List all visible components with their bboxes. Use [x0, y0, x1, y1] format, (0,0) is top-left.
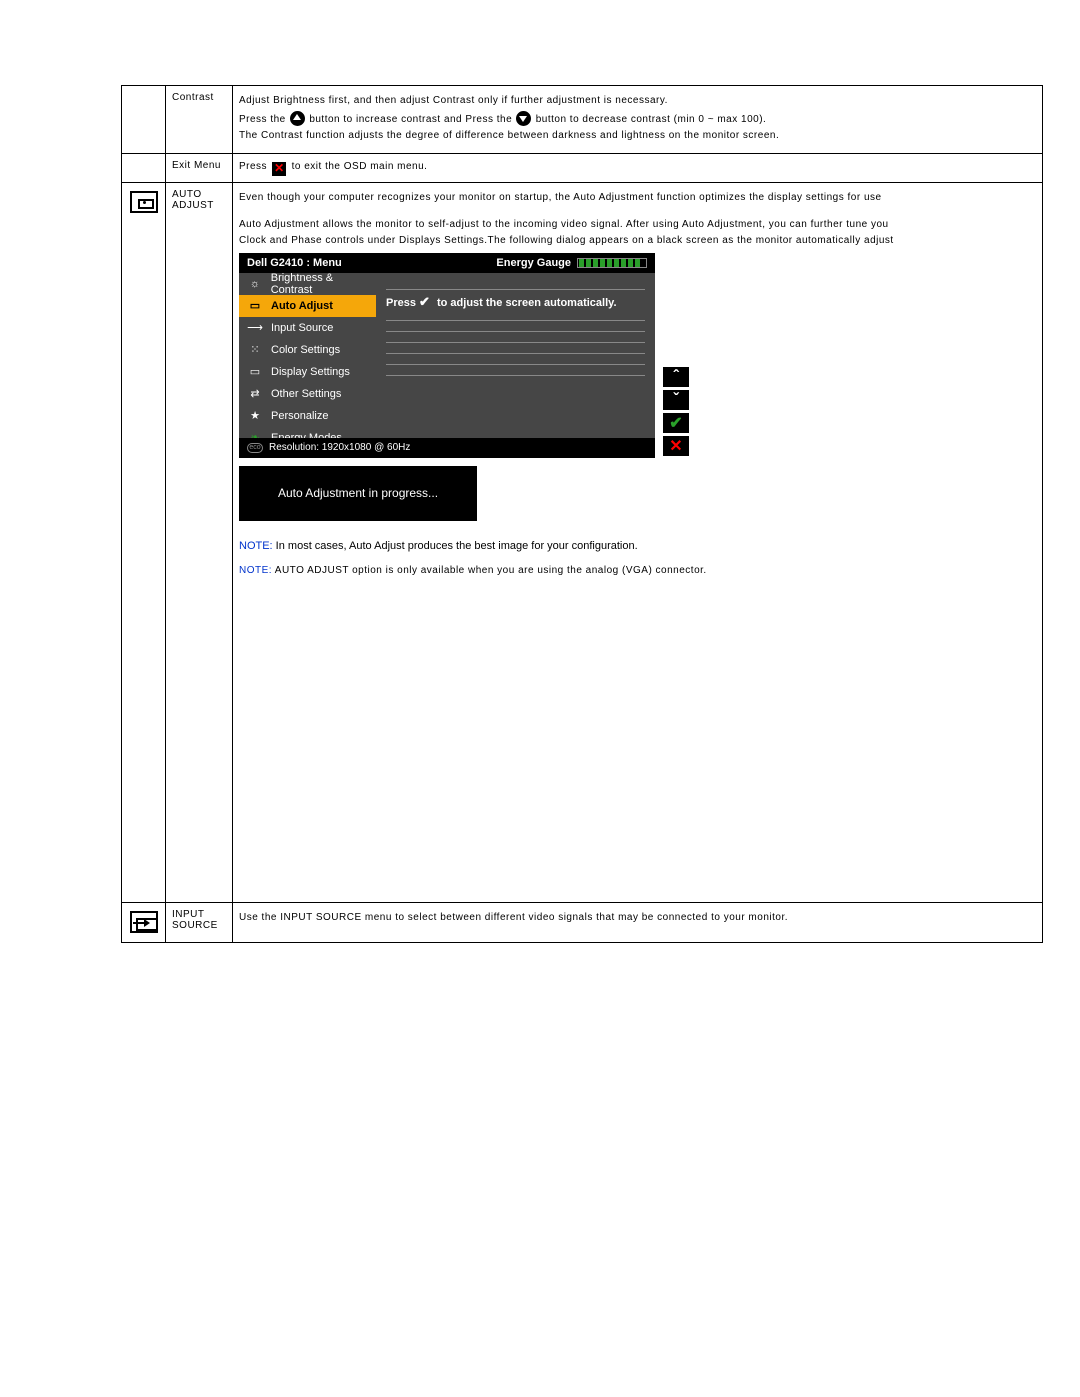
lbl: Other Settings: [271, 388, 341, 400]
note-label: NOTE:: [239, 565, 272, 576]
osd-item-brightness[interactable]: ☼ Brightness & Contrast: [239, 273, 376, 295]
lbl: Display Settings: [271, 366, 350, 378]
check-icon: [419, 297, 434, 309]
nav-down-button[interactable]: ˇ: [663, 390, 689, 410]
close-icon: ✕: [272, 162, 286, 176]
eco-icon: eco: [247, 443, 263, 453]
icon-cell: [122, 903, 166, 943]
confirm-button[interactable]: ✔: [663, 413, 689, 433]
row-desc: Adjust Brightness first, and then adjust…: [233, 86, 1043, 154]
note: NOTE: In most cases, Auto Adjust produce…: [239, 539, 1036, 555]
progress-text: Auto Adjustment in progress...: [278, 486, 438, 500]
t: AUTO ADJUST option is only available whe…: [272, 565, 707, 576]
cancel-button[interactable]: ✕: [663, 436, 689, 456]
input-source-icon: [130, 911, 158, 933]
lbl: Input Source: [271, 322, 333, 334]
progress-dialog: Auto Adjustment in progress...: [239, 466, 477, 521]
note: NOTE: AUTO ADJUST option is only availab…: [239, 564, 1036, 579]
auto-adjust-icon: [130, 191, 158, 213]
text: The Contrast function adjusts the degree…: [239, 129, 1036, 144]
osd-item-personalize[interactable]: ★ Personalize: [239, 405, 376, 427]
input-source-icon: ⟶: [247, 321, 263, 335]
osd-item-auto-adjust[interactable]: ▭ Auto Adjust: [239, 295, 376, 317]
t: to exit the OSD main menu.: [292, 161, 428, 172]
osd-title: Dell G2410 : Menu: [247, 253, 342, 273]
text: Even though your computer recognizes you…: [239, 191, 1036, 206]
auto-adjust-icon: ▭: [247, 299, 263, 313]
row-label: INPUT SOURCE: [166, 903, 233, 943]
other-settings-icon: ⇄: [247, 387, 263, 401]
t: Press: [239, 161, 270, 172]
lbl: Personalize: [271, 410, 328, 422]
display-settings-icon: ▭: [247, 365, 263, 379]
text: Clock and Phase controls under Displays …: [239, 234, 1036, 249]
text: Auto Adjustment allows the monitor to se…: [239, 218, 1036, 233]
osd-item-color[interactable]: ⁙ Color Settings: [239, 339, 376, 361]
color-settings-icon: ⁙: [247, 343, 263, 357]
text: Use the INPUT SOURCE menu to select betw…: [239, 911, 1036, 926]
gauge-bar: [577, 258, 647, 268]
up-arrow-button-icon: [290, 111, 305, 126]
osd-panel: Press to adjust the screen automatically…: [376, 273, 655, 438]
spec-table: Contrast Adjust Brightness first, and th…: [121, 85, 1043, 943]
down-arrow-button-icon: [516, 111, 531, 126]
osd-menu: Dell G2410 : Menu Energy Gauge ☼ Brightne…: [239, 253, 655, 458]
icon-cell: [122, 183, 166, 903]
energy-gauge: Energy Gauge: [496, 253, 647, 273]
osd-item-other[interactable]: ⇄ Other Settings: [239, 383, 376, 405]
lbl: Color Settings: [271, 344, 340, 356]
osd-controls: ˆ ˇ ✔ ✕: [663, 367, 689, 456]
t: Press the: [239, 114, 289, 125]
row-desc: Press ✕ to exit the OSD main menu.: [233, 154, 1043, 183]
t: to adjust the screen automatically.: [434, 297, 617, 309]
osd-item-display[interactable]: ▭ Display Settings: [239, 361, 376, 383]
lbl: Brightness & Contrast: [271, 272, 376, 296]
text: Press the button to increase contrast an…: [239, 111, 1036, 128]
osd-footer: eco Resolution: 1920x1080 @ 60Hz: [239, 438, 655, 458]
star-icon: ★: [247, 409, 263, 423]
resolution-text: Resolution: 1920x1080 @ 60Hz: [269, 438, 410, 458]
energy-label: Energy Gauge: [496, 253, 571, 273]
nav-up-button[interactable]: ˆ: [663, 367, 689, 387]
blank-icon-cell: [122, 86, 166, 154]
row-label: Exit Menu: [166, 154, 233, 183]
row-label: Contrast: [166, 86, 233, 154]
brightness-icon: ☼: [247, 277, 263, 291]
osd-item-input-source[interactable]: ⟶ Input Source: [239, 317, 376, 339]
blank-icon-cell: [122, 154, 166, 183]
t: button to increase contrast and Press th…: [309, 114, 515, 125]
row-label: AUTO ADJUST: [166, 183, 233, 903]
t: Press: [386, 297, 419, 309]
note-label: NOTE:: [239, 540, 273, 552]
row-desc: Even though your computer recognizes you…: [233, 183, 1043, 903]
text: Adjust Brightness first, and then adjust…: [239, 94, 1036, 109]
osd-sidebar: ☼ Brightness & Contrast ▭ Auto Adjust ⟶ Inp…: [239, 273, 376, 449]
t: In most cases, Auto Adjust produces the …: [273, 540, 638, 552]
row-desc: Use the INPUT SOURCE menu to select betw…: [233, 903, 1043, 943]
page: Contrast Adjust Brightness first, and th…: [0, 0, 1080, 1397]
t: button to decrease contrast (min 0 ~ max…: [536, 114, 767, 125]
lbl: Auto Adjust: [271, 300, 333, 312]
